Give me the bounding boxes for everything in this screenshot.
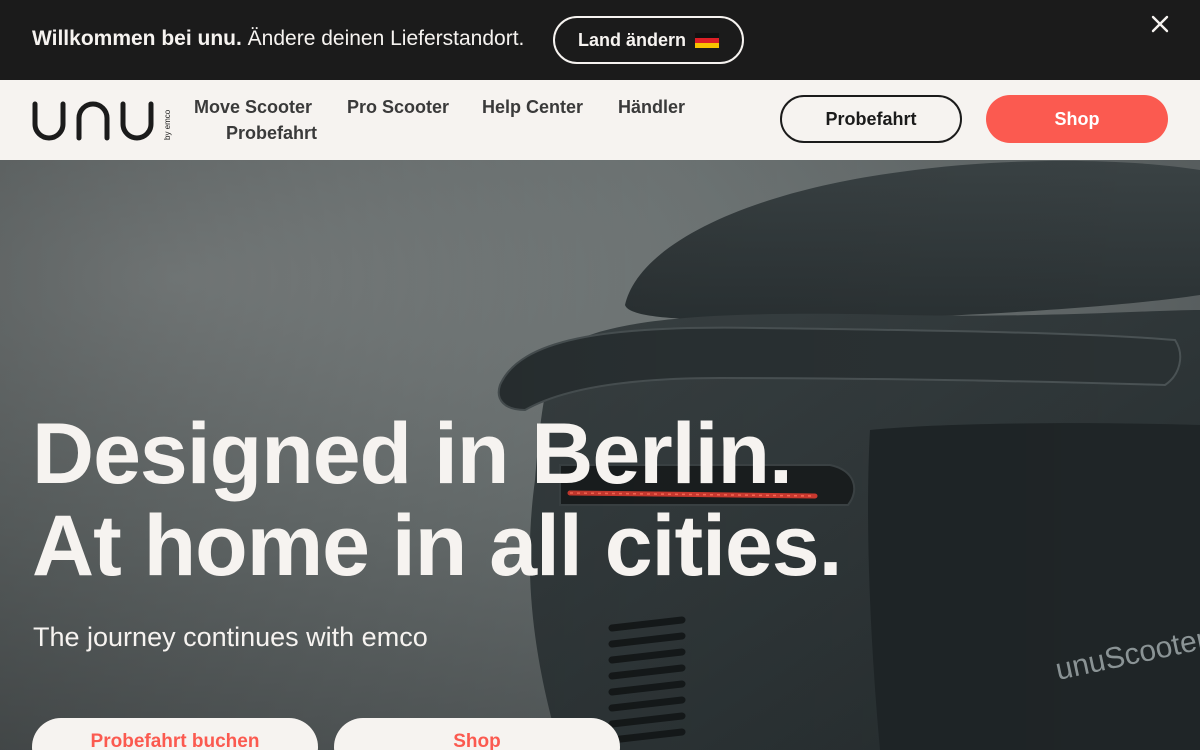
hero-title-line-1: Designed in Berlin. (32, 406, 793, 502)
hero-shop-button[interactable]: Shop (334, 718, 620, 750)
hero-subtitle: The journey continues with emco (33, 622, 428, 652)
unu-logo[interactable]: by emco (32, 100, 174, 142)
change-country-label: Land ändern (577, 29, 686, 50)
banner-message: Willkommen bei unu. Ändere deinen Liefer… (32, 27, 524, 51)
hero-section: unuScooter Designed in Berlin. At home i… (0, 160, 1200, 750)
country-banner: Willkommen bei unu. Ändere deinen Liefer… (0, 0, 1200, 80)
shop-button[interactable]: Shop (986, 95, 1168, 143)
logo-sub-text: by emco (163, 109, 172, 140)
close-icon[interactable] (1146, 10, 1174, 38)
main-navigation: by emco Move Scooter Pro Scooter Help Ce… (0, 80, 1200, 160)
hero-title-line-2: At home in all cities. (32, 498, 843, 594)
nav-link-help-center[interactable]: Help Center (482, 97, 583, 118)
hero-title: Designed in Berlin. At home in all citie… (32, 406, 843, 594)
book-testride-button[interactable]: Probefahrt buchen (32, 718, 318, 750)
nav-link-probefahrt[interactable]: Probefahrt (226, 123, 317, 144)
change-country-button[interactable]: Land ändern (553, 16, 744, 64)
germany-flag-icon (695, 32, 719, 48)
banner-welcome-bold: Willkommen bei unu. (32, 27, 242, 50)
banner-welcome-text: Ändere deinen Lieferstandort. (247, 27, 525, 50)
nav-link-haendler[interactable]: Händler (618, 97, 685, 118)
nav-link-pro-scooter[interactable]: Pro Scooter (347, 97, 449, 118)
testride-button[interactable]: Probefahrt (780, 95, 962, 143)
nav-link-move-scooter[interactable]: Move Scooter (194, 97, 312, 118)
